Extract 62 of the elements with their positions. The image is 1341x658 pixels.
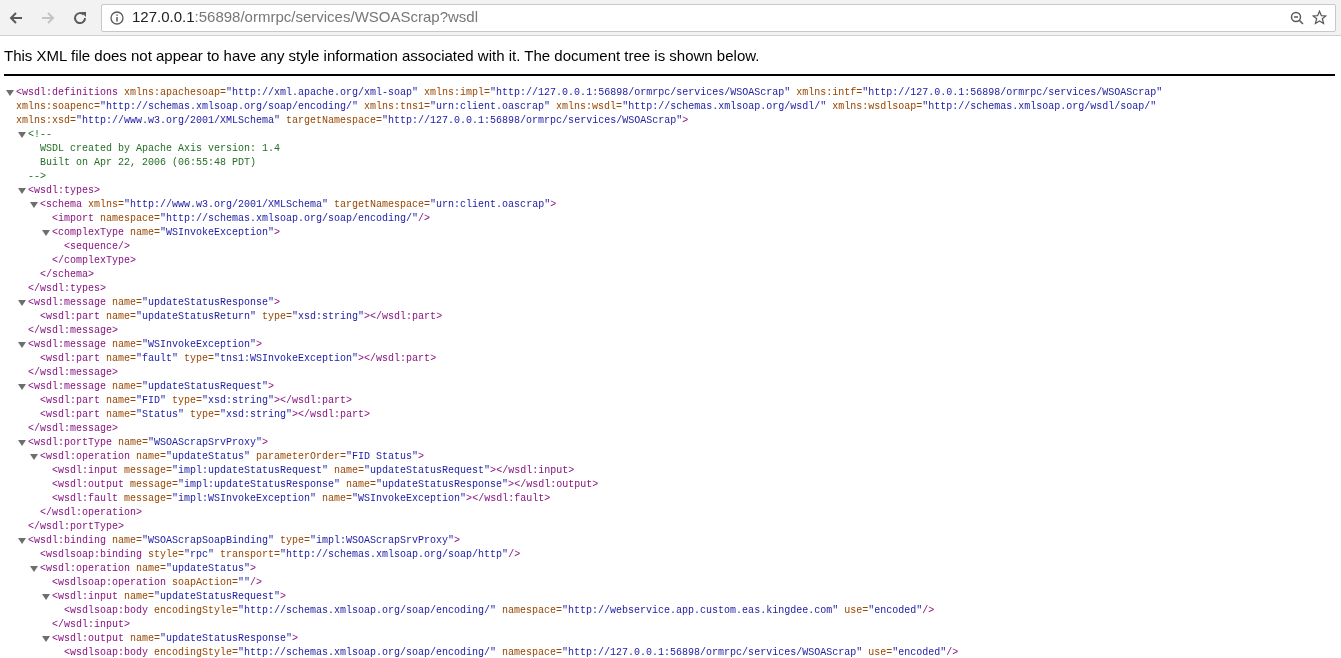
xml-line: </schema> xyxy=(40,267,95,282)
xml-line: <wsdl:operation name="updateStatus" parameterOrder="FID Status"> xyxy=(40,449,425,464)
expanded-triangle-icon[interactable] xyxy=(18,382,26,391)
xml-line: <schema xmlns="http://www.w3.org/2001/XMLSchema" targetNamespace="urn:client.oascrap"> xyxy=(40,197,557,212)
xml-line: <wsdl:output name="updateStatusResponse"> xyxy=(52,631,299,646)
xml-line: </wsdl:message> xyxy=(28,421,119,436)
xml-line: <wsdl:portType name="WSOAScrapSrvProxy"> xyxy=(28,435,269,450)
xml-line: </wsdl:message> xyxy=(28,365,119,380)
expanded-triangle-icon[interactable] xyxy=(18,130,26,139)
expanded-triangle-icon[interactable] xyxy=(30,564,38,573)
comment-line: <!-- xyxy=(28,127,52,142)
expanded-triangle-icon[interactable] xyxy=(18,298,26,307)
xml-line: </wsdl:portType> xyxy=(28,519,125,534)
xml-line: <wsdl:operation name="updateStatus"> xyxy=(40,561,257,576)
xml-line: </wsdl:operation> xyxy=(40,505,143,520)
xml-line: <wsdl:types> xyxy=(28,183,101,198)
expanded-triangle-icon[interactable] xyxy=(42,634,50,643)
expanded-triangle-icon[interactable] xyxy=(42,592,50,601)
xml-line: <wsdl:part name="FID" type="xsd:string"></wsdl:part> xyxy=(40,393,353,408)
xml-line: <import namespace="http://schemas.xmlsoap.org/soap/encoding/"/> xyxy=(52,211,431,226)
expanded-triangle-icon[interactable] xyxy=(42,228,50,237)
expanded-triangle-icon[interactable] xyxy=(18,536,26,545)
xml-line: <wsdl:fault message="impl:WSInvokeException" name="WSInvokeException"></wsdl:fault> xyxy=(52,491,551,506)
xml-line: <wsdl:message name="WSInvokeException"> xyxy=(28,337,263,352)
star-icon[interactable] xyxy=(1312,10,1327,25)
notice-text: This XML file does not appear to have any style information associated with it. The document tree is shown below. xyxy=(4,45,1335,76)
url-text: 127.0.0.1:56898/ormrpc/services/WSOAScrap?wsdl xyxy=(132,7,478,28)
xml-line: <wsdl:part name="updateStatusReturn" type="xsd:string"></wsdl:part> xyxy=(40,309,443,324)
expanded-triangle-icon[interactable] xyxy=(18,186,26,195)
xml-line: <wsdl:part name="Status" type="xsd:string"></wsdl:part> xyxy=(40,407,371,422)
address-bar[interactable]: 127.0.0.1:56898/ormrpc/services/WSOAScrap?wsdl xyxy=(101,3,1336,32)
xml-line: <wsdlsoap:binding style="rpc" transport="http://schemas.xmlsoap.org/soap/http"/> xyxy=(40,547,521,562)
xml-line: </wsdl:input> xyxy=(52,617,131,632)
xml-line: <wsdl:message name="updateStatusResponse"> xyxy=(28,295,281,310)
xml-line: <wsdl:message name="updateStatusRequest"> xyxy=(28,379,275,394)
xml-line: </complexType> xyxy=(52,253,137,268)
xml-line: <sequence/> xyxy=(64,239,131,254)
reload-icon xyxy=(72,9,88,26)
xml-line: <wsdl:part name="fault" type="tns1:WSInvokeException"></wsdl:part> xyxy=(40,351,437,366)
xml-line: <wsdl:binding name="WSOAScrapSoapBinding" type="impl:WSOAScrapSrvProxy"> xyxy=(28,533,461,548)
xml-line: <wsdlsoap:body encodingStyle="http://schemas.xmlsoap.org/soap/encoding/" namespace="http://webservice.app.custom.eas.kingdee.com" use="encoded"/> xyxy=(64,603,935,618)
comment-line: WSDL created by Apache Axis version: 1.4 xyxy=(40,141,281,156)
back-arrow-icon xyxy=(8,9,24,26)
expanded-triangle-icon[interactable] xyxy=(18,438,26,447)
expanded-triangle-icon[interactable] xyxy=(30,200,38,209)
comment-line: --> xyxy=(28,169,46,184)
expanded-triangle-icon[interactable] xyxy=(6,88,14,97)
xml-line: <wsdl:input name="updateStatusRequest"> xyxy=(52,589,287,604)
zoom-out-icon[interactable] xyxy=(1290,10,1304,25)
expanded-triangle-icon[interactable] xyxy=(30,452,38,461)
xml-line: </wsdl:types> xyxy=(28,281,107,296)
xml-line: <wsdl:output message="impl:updateStatusResponse" name="updateStatusResponse"></wsdl:output> xyxy=(52,477,599,492)
xml-line: <wsdlsoap:operation soapAction=""/> xyxy=(52,575,263,590)
comment-line: Built on Apr 22, 2006 (06:55:48 PDT) xyxy=(40,155,257,170)
info-icon[interactable] xyxy=(110,10,124,25)
xml-line: <complexType name="WSInvokeException"> xyxy=(52,225,281,240)
xml-line: <wsdl:input message="impl:updateStatusRequest" name="updateStatusRequest"></wsdl:input> xyxy=(52,463,575,478)
expanded-triangle-icon[interactable] xyxy=(18,340,26,349)
forward-arrow-icon xyxy=(40,9,56,26)
xml-line: <wsdlsoap:body encodingStyle="http://schemas.xmlsoap.org/soap/encoding/" namespace="http://127.0.0.1:56898/ormrpc/services/WSOAScrap" use="encoded"/> xyxy=(64,645,959,658)
xml-line: </wsdl:message> xyxy=(28,323,119,338)
xml-line: <wsdl:definitions xmlns:apachesoap="http://xml.apache.org/xml-soap" xmlns:impl="http://127.0.0.1:56898/ormrpc/services/WSOAScrap" xmlns:intf="http://127.0.0.1:56898/ormrpc/services/WSOAScrap" xmlns:soapenc="http://schemas.xmlsoap.org/soap/encoding/" xmlns:tns1="urn:client.oascrap" xmlns:wsdl="http://schemas.xmlsoap.org/wsdl/" xmlns:wsdlsoap="http://schemas.xmlsoap.org/wsdl/soap/" xmlns:xsd="http://www.w3.org/2001/XMLSchema" targetNamespace="http://127.0.0.1:56898/ormrpc/services/WSOAScrap"> xyxy=(16,85,1164,128)
